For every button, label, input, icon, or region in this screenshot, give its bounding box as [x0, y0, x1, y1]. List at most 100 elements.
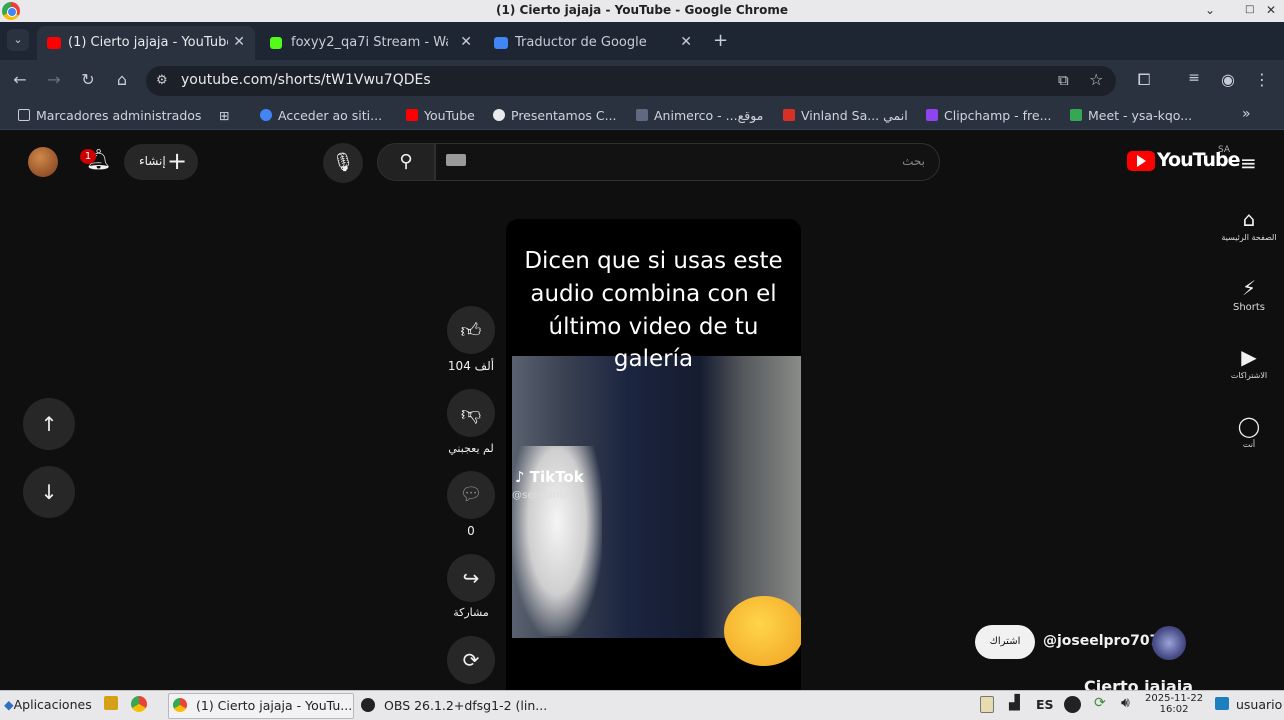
tab-search-chevron-icon[interactable]: ⌄ [7, 29, 29, 51]
arrow-up-icon: ↑ [40, 412, 58, 436]
like-button[interactable]: 👍︎ [447, 306, 495, 354]
window-title-bar: (1) Cierto jajaja - YouTube - Google Chr… [0, 0, 1284, 22]
home-icon[interactable]: ⌂ [112, 70, 132, 89]
bookmark-item[interactable]: Acceder ao siti... [260, 108, 382, 123]
thumbs-down-icon: 👎︎ [460, 401, 482, 425]
voice-search-icon[interactable]: 🎙︎ [323, 143, 363, 183]
channel-avatar[interactable] [1152, 626, 1186, 660]
channel-handle[interactable]: @joseelpro707 [1043, 633, 1159, 649]
apps-grid-icon[interactable]: ⊞ [219, 108, 229, 123]
site-icon [493, 109, 505, 121]
subscribe-button[interactable]: اشتراك [975, 625, 1035, 659]
notification-count-badge: 1 [80, 149, 96, 164]
tab-strip: ⌄ (1) Cierto jajaja - YouTube ✕ foxyy2_q… [0, 22, 1284, 60]
update-icon[interactable]: ⟳ [1094, 695, 1106, 711]
tab-label: Traductor de Google [515, 35, 647, 50]
address-bar[interactable]: ⚙ youtube.com/shorts/tW1Vwu7QDEs ⧉ ☆ [146, 66, 1116, 96]
network-icon[interactable]: ▟ [1009, 695, 1020, 711]
thumbs-up-icon: 👍︎ [460, 318, 482, 342]
forward-icon[interactable]: → [44, 70, 64, 89]
sidebar-label: الصفحة الرئيسية [1221, 233, 1277, 242]
taskbar-window-chrome[interactable]: (1) Cierto jajaja - YouTu... [168, 693, 354, 719]
menu-dots-icon[interactable]: ⋮ [1252, 70, 1272, 89]
sidebar-label: الاشتراكات [1230, 371, 1268, 380]
youtube-page: 🔔︎ 1 إنشاء + 🎙︎ ⚲ بحث YouTube SA ≡ ⌂ الص… [0, 131, 1284, 690]
arrow-down-icon: ↓ [40, 480, 58, 504]
youtube-logo-icon[interactable] [1127, 151, 1155, 171]
browser-toolbar: ← → ↻ ⌂ ⚙ youtube.com/shorts/tW1Vwu7QDEs… [0, 60, 1284, 102]
volume-icon[interactable]: 🔊︎ [1121, 695, 1130, 711]
next-short-button[interactable]: ↓ [23, 466, 75, 518]
close-tab-icon[interactable]: ✕ [233, 34, 245, 50]
remix-button[interactable]: ⟳ [447, 636, 495, 684]
install-app-icon[interactable]: ⧉ [1058, 71, 1069, 89]
obs-icon [361, 698, 375, 712]
minimize-button[interactable]: ⌄ [1205, 3, 1215, 17]
more-bookmarks-icon[interactable]: » [1242, 106, 1251, 122]
sidebar-label: Shorts [1232, 302, 1266, 313]
caption-line: audio combina con el [530, 281, 777, 307]
create-label: إنشاء [139, 154, 166, 168]
search-button[interactable]: ⚲ [377, 143, 435, 181]
search-input[interactable]: بحث [435, 143, 940, 181]
bookmark-item[interactable]: Clipchamp - fre... [926, 108, 1052, 123]
profile-icon[interactable]: ◉ [1218, 70, 1238, 89]
youtube-icon [47, 37, 61, 49]
chrome-launcher-icon[interactable] [131, 696, 147, 712]
tiktok-username: @sergiomiri [512, 490, 572, 501]
maximize-button[interactable]: □ [1245, 4, 1254, 15]
site-info-icon[interactable]: ⚙ [156, 73, 168, 88]
bookmark-managed[interactable]: Marcadores administrados [18, 108, 201, 123]
close-tab-icon[interactable]: ✕ [460, 34, 472, 50]
kick-icon [270, 37, 282, 49]
bookmark-item[interactable]: Meet - ysa-kqo... [1070, 108, 1192, 123]
dislike-label: لم يعجبني [448, 442, 494, 455]
short-video-player[interactable]: Dicen que si usas este audio combina con… [506, 219, 801, 690]
like-count: 104 ألف [447, 359, 495, 373]
bookmark-item[interactable]: Animerco - ...موقع [636, 108, 763, 123]
site-icon [636, 109, 648, 121]
clock-time: 16:02 [1159, 704, 1189, 715]
share-button[interactable]: ↪︎ [447, 554, 495, 602]
keyboard-layout-indicator[interactable]: ES [1036, 697, 1054, 712]
bookmark-label: Clipchamp - fre... [944, 108, 1052, 123]
keyboard-icon[interactable] [446, 154, 466, 166]
bookmark-star-icon[interactable]: ☆ [1089, 70, 1103, 89]
user-icon [1215, 697, 1229, 710]
bookmark-item[interactable]: Presentamos C... [493, 108, 617, 123]
tab-label: (1) Cierto jajaja - YouTube [68, 35, 228, 50]
avatar[interactable] [28, 147, 58, 177]
tab-kick[interactable]: foxyy2_qa7i Stream - Wat ✕ [260, 26, 482, 60]
url-text: youtube.com/shorts/tW1Vwu7QDEs [181, 72, 431, 88]
close-tab-icon[interactable]: ✕ [680, 34, 692, 50]
obs-tray-icon[interactable] [1064, 696, 1081, 713]
extensions-icon[interactable]: ⧠ [1134, 70, 1154, 90]
close-window-button[interactable]: ✕ [1266, 3, 1276, 17]
media-control-icon[interactable]: ≡ [1184, 70, 1204, 86]
user-name[interactable]: usuario [1236, 697, 1282, 712]
create-button[interactable]: إنشاء + [124, 144, 198, 180]
taskbar-window-obs[interactable]: OBS 26.1.2+dfsg1-2 (lin... [356, 693, 547, 719]
file-manager-icon[interactable] [104, 696, 118, 710]
new-tab-button[interactable]: + [713, 30, 728, 51]
chrome-icon [173, 698, 187, 712]
comments-button[interactable]: 💬︎ [447, 471, 495, 519]
applications-menu[interactable]: ◆Aplicaciones [4, 697, 92, 712]
back-icon[interactable]: ← [10, 70, 30, 89]
sidebar-item-you[interactable]: ◯ أنت [1214, 414, 1284, 449]
sidebar-item-shorts[interactable]: ⚡︎ Shorts [1214, 276, 1284, 313]
home-icon: ⌂ [1242, 207, 1256, 231]
clock[interactable]: 2025-11-22 16:02 [1145, 693, 1203, 715]
previous-short-button[interactable]: ↑ [23, 398, 75, 450]
tab-youtube[interactable]: (1) Cierto jajaja - YouTube ✕ [37, 26, 255, 60]
tab-translate[interactable]: Traductor de Google ✕ [484, 26, 702, 60]
clipboard-icon[interactable] [980, 696, 994, 713]
reload-icon[interactable]: ↻ [78, 70, 98, 89]
guide-menu-icon[interactable]: ≡ [1240, 151, 1257, 175]
sidebar-item-home[interactable]: ⌂ الصفحة الرئيسية [1214, 207, 1284, 242]
bookmark-item[interactable]: YouTube [406, 108, 475, 123]
bookmark-item[interactable]: Vinland Sa... انمي [783, 108, 908, 123]
bookmark-label: Animerco - ...موقع [654, 108, 764, 123]
dislike-button[interactable]: 👎︎ [447, 389, 495, 437]
sidebar-item-subscriptions[interactable]: ▶︎ الاشتراكات [1214, 345, 1284, 380]
